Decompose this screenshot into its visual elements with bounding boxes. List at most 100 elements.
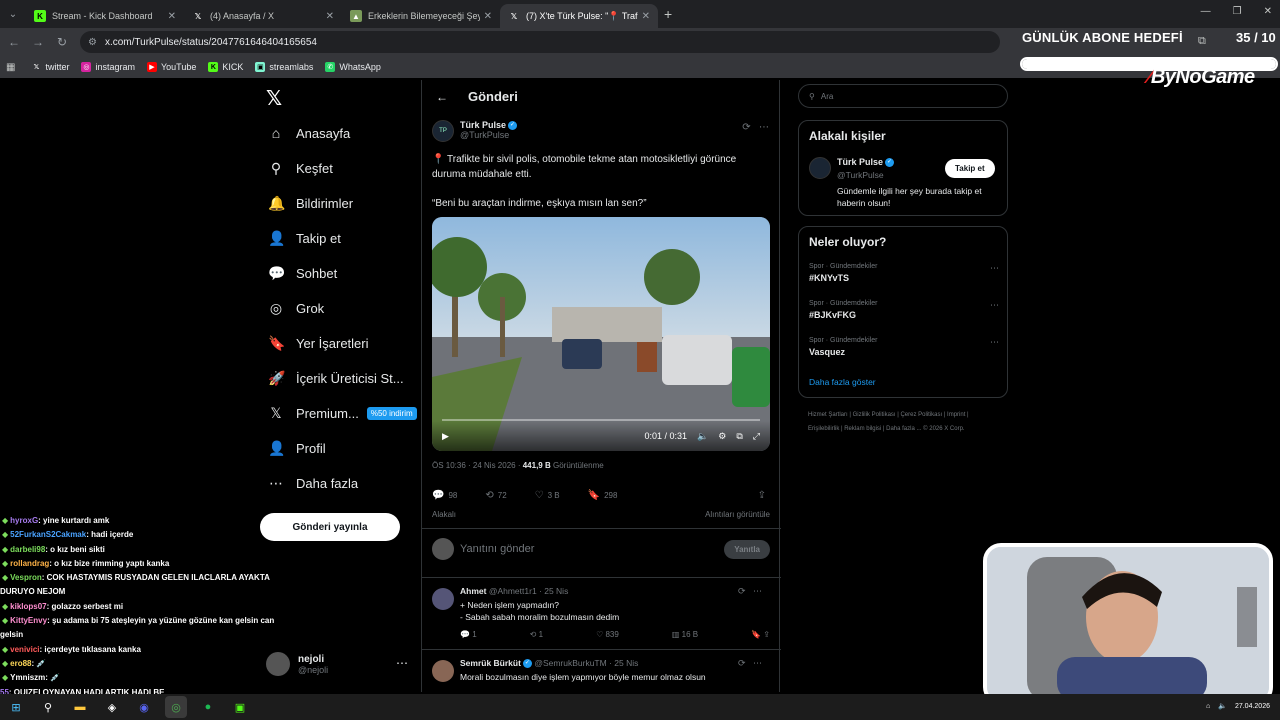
network-icon[interactable]: ⌂	[1206, 703, 1210, 710]
play-icon[interactable]: ▶	[442, 431, 449, 442]
more-icon[interactable]: ⟳ ⋯	[738, 586, 762, 597]
nav-item-chat[interactable]: 💬 Sohbet	[268, 258, 337, 288]
grok-icon[interactable]: ⟳	[742, 122, 750, 133]
nav-item-home[interactable]: ⌂ Anasayfa	[268, 118, 350, 148]
nav-item-x-premium[interactable]: 𝕏 Premium... %50 indirim	[268, 398, 417, 428]
nav-item-follow[interactable]: 👤 Takip et	[268, 223, 341, 253]
chat-username[interactable]: 52FurkanS2Cakmak	[10, 530, 86, 539]
x-logo-icon[interactable]: 𝕏	[266, 86, 282, 111]
app-icon[interactable]: ◈	[101, 696, 123, 718]
nav-item-search[interactable]: ⚲ Keşfet	[268, 153, 333, 183]
new-tab-icon[interactable]: +	[664, 6, 672, 22]
more-icon[interactable]: ⋯	[990, 300, 999, 311]
tweet-author[interactable]: TP Türk Pulse ✓ @TurkPulse	[432, 120, 518, 142]
close-tab-icon[interactable]: ✕	[326, 11, 334, 22]
bookmark-streamlabs[interactable]: ▣ streamlabs	[255, 62, 313, 72]
file-explorer-icon[interactable]: ▬	[69, 696, 91, 718]
like-button[interactable]: ♡ 839	[596, 630, 619, 639]
follow-button[interactable]: Takip et	[945, 159, 995, 178]
reply-button[interactable]: 💬 1	[460, 630, 477, 639]
close-tab-icon[interactable]: ✕	[168, 11, 176, 22]
trend-item[interactable]: Spor · Gündemdekiler #BJKvFKG ⋯	[809, 300, 999, 320]
tab-turk-pulse[interactable]: 𝕏 (7) X'te Türk Pulse: "📍 Trafikte b ✕	[500, 4, 658, 28]
chrome-icon[interactable]: ◎	[165, 696, 187, 718]
bookmark-youtube[interactable]: ▶ YouTube	[146, 62, 196, 72]
repost-button[interactable]: ⟲ 72	[485, 490, 506, 501]
tab-erkeklerin[interactable]: ▲ Erkeklerin Bilemeyeceği Şeyler ✕	[342, 4, 500, 28]
tweet-timestamp[interactable]: ÖS 10:36 · 24 Nis 2026 ·	[432, 461, 521, 470]
tab-kick-dashboard[interactable]: K Stream - Kick Dashboard ✕	[26, 4, 184, 28]
chat-username[interactable]: rollandrag	[10, 559, 49, 568]
author-avatar[interactable]: TP	[432, 120, 454, 142]
fullscreen-icon[interactable]: ⤢	[753, 431, 760, 442]
search-input[interactable]: ⚲ Ara	[798, 84, 1008, 108]
chat-username[interactable]: venivici	[10, 645, 39, 654]
more-icon[interactable]: ⋯	[396, 656, 408, 670]
avatar[interactable]	[432, 588, 454, 610]
extensions-icon[interactable]: ⧉	[1198, 35, 1206, 48]
repost-button[interactable]: ⟲ 1	[530, 630, 543, 639]
chat-username[interactable]: kiklops07	[10, 602, 46, 611]
views-button[interactable]: ▥ 16 B	[672, 630, 698, 639]
bookmark-twitter[interactable]: 𝕏twitter	[31, 62, 70, 72]
avatar[interactable]	[809, 157, 831, 179]
search-icon[interactable]: ⚲	[37, 696, 59, 718]
trend-item[interactable]: Spor · Gündemdekiler Vasquez ⋯	[809, 337, 999, 357]
nav-item-profile[interactable]: 👤 Profil	[268, 433, 326, 463]
pip-icon[interactable]: ⧉	[736, 431, 742, 442]
discord-icon[interactable]: ◉	[133, 696, 155, 718]
share-button[interactable]: ⇪	[758, 490, 770, 501]
reply-tweet[interactable]: Semrük Bürküt ✓ @SemrukBurkuTM · 25 Nis ⟳…	[432, 658, 772, 692]
reply-button[interactable]: 💬 98	[432, 490, 457, 501]
apps-grid-icon[interactable]: ▦	[6, 62, 15, 73]
bookmark-button[interactable]: 🔖 298	[588, 490, 618, 501]
nav-item-bookmark[interactable]: 🔖 Yer İşaretleri	[268, 328, 369, 358]
back-icon[interactable]: ←	[2, 35, 26, 49]
volume-icon[interactable]: 🔈	[1218, 702, 1227, 710]
view-quotes-link[interactable]: Alıntıları görüntüle	[705, 510, 770, 519]
chat-username[interactable]: KittyEnvy	[10, 616, 47, 625]
bookmark-icon[interactable]: 🔖 ⇪	[751, 630, 770, 639]
volume-icon[interactable]: 🔈	[697, 431, 708, 442]
spotify-icon[interactable]: ●	[197, 696, 219, 718]
reload-icon[interactable]: ↻	[50, 35, 74, 49]
related-dropdown[interactable]: Alakalı	[432, 510, 456, 519]
nav-item-grok[interactable]: ◎ Grok	[268, 293, 324, 323]
tab-search-chevron-icon[interactable]: ⌄	[0, 0, 26, 28]
close-window-icon[interactable]: ✕	[1264, 6, 1272, 17]
like-button[interactable]: ♡ 3 B	[535, 490, 560, 501]
back-arrow-icon[interactable]: ←	[436, 90, 448, 104]
tweet-video[interactable]: ▶ 0:01 / 0:31 🔈 ⚙ ⧉ ⤢	[432, 217, 770, 451]
chat-username[interactable]: ero88	[10, 659, 31, 668]
forward-icon[interactable]: →	[26, 35, 50, 49]
footer-links[interactable]: Hizmet Şartları | Gizlilik Politikası | …	[808, 408, 998, 436]
close-tab-icon[interactable]: ✕	[642, 11, 650, 22]
trend-item[interactable]: Spor · Gündemdekiler #KNYvTS ⋯	[809, 263, 999, 283]
bookmark-whatsapp[interactable]: ✆ WhatsApp	[325, 62, 381, 72]
streaming-app-icon[interactable]: ▣	[229, 696, 251, 718]
more-icon[interactable]: ⟳ ⋯	[738, 658, 762, 669]
chat-username[interactable]: Ymniszm	[10, 673, 45, 682]
reply-input[interactable]: Yanıtını gönder	[460, 543, 724, 555]
maximize-icon[interactable]: ❐	[1233, 6, 1242, 17]
site-info-icon[interactable]: ⚙	[88, 37, 97, 48]
nav-item-rocket[interactable]: 🚀 İçerik Üreticisi St...	[268, 363, 404, 393]
close-tab-icon[interactable]: ✕	[484, 11, 492, 22]
nav-item-more[interactable]: ⋯ Daha fazla	[268, 468, 358, 498]
bookmark-kick[interactable]: K KICK	[208, 62, 243, 72]
reply-tweet[interactable]: Ahmet @Ahmett1r1 · 25 Nis ⟳ ⋯ + Neden iş…	[432, 586, 772, 646]
more-icon[interactable]: ⋯	[759, 122, 769, 133]
nav-item-bell[interactable]: 🔔 Bildirimler	[268, 188, 353, 218]
tab-x-home[interactable]: 𝕏 (4) Anasayfa / X ✕	[184, 4, 342, 28]
chat-username[interactable]: darbeli98	[10, 545, 45, 554]
bookmark-instagram[interactable]: ◎ instagram	[81, 62, 135, 72]
more-icon[interactable]: ⋯	[990, 337, 999, 348]
settings-icon[interactable]: ⚙	[718, 431, 726, 442]
windows-start-icon[interactable]: ⊞	[5, 696, 27, 718]
more-icon[interactable]: ⋯	[990, 263, 999, 274]
url-field[interactable]: ⚙ x.com/TurkPulse/status/204776164640416…	[80, 31, 1000, 53]
reply-submit-button[interactable]: Yanıtla	[724, 539, 770, 559]
chat-username[interactable]: hyroxG	[10, 516, 38, 525]
chat-username[interactable]: Vespron	[10, 573, 42, 582]
show-more-link[interactable]: Daha fazla göster	[809, 377, 876, 387]
